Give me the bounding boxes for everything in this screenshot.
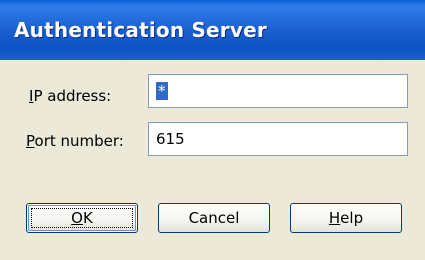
port-number-label-mnemonic: P bbox=[26, 132, 35, 150]
port-number-value: 615 bbox=[156, 130, 185, 148]
ip-address-label: IP address: bbox=[29, 87, 111, 105]
window-title: Authentication Server bbox=[14, 18, 267, 42]
port-number-input[interactable]: 615 bbox=[148, 122, 408, 156]
help-button-label: Help bbox=[329, 209, 363, 227]
ip-address-value: * bbox=[156, 82, 168, 100]
cancel-button-label: Cancel bbox=[188, 209, 240, 227]
port-number-label: Port number: bbox=[26, 132, 124, 150]
ip-address-label-text: P address: bbox=[33, 87, 112, 105]
title-bar[interactable]: Authentication Server bbox=[0, 0, 425, 60]
cancel-button[interactable]: Cancel bbox=[158, 203, 270, 233]
help-button-text: elp bbox=[340, 209, 364, 227]
ok-button[interactable]: OK bbox=[26, 203, 138, 233]
help-button-mnemonic: H bbox=[328, 209, 341, 227]
focus-rectangle bbox=[31, 208, 133, 228]
port-number-label-text: ort number: bbox=[34, 132, 124, 150]
ip-address-input[interactable]: * bbox=[148, 74, 408, 108]
help-button[interactable]: Help bbox=[290, 203, 402, 233]
dialog-body: IP address: * Port number: 615 OK Cancel… bbox=[0, 60, 425, 260]
